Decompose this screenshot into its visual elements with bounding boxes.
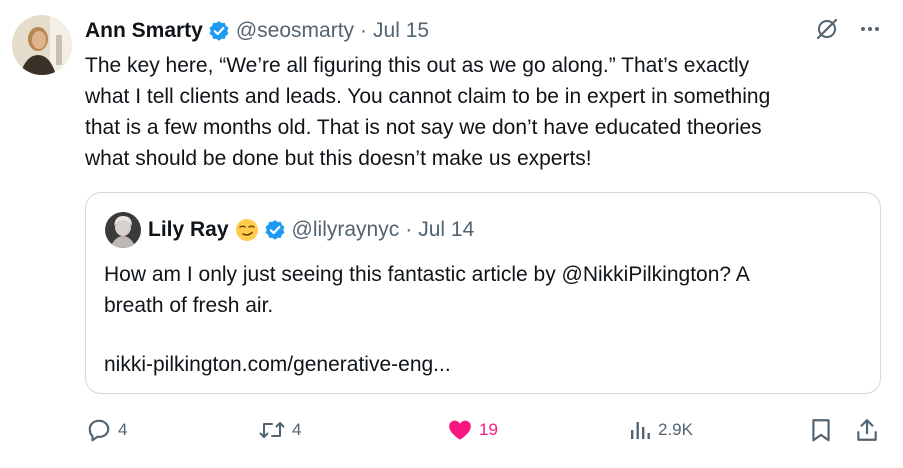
meta-separator: · [360,19,368,42]
tweet-date[interactable]: Jul 15 [373,19,429,43]
verified-badge-icon [208,20,230,42]
bookmark-icon [812,419,830,442]
quoted-tweet-link[interactable]: nikki-pilkington.com/generative-eng... [104,349,451,380]
tweet-header: Ann Smarty @seosmarty · Jul 15 [85,17,429,45]
author-avatar-image [12,15,72,75]
author-name[interactable]: Ann Smarty [85,19,203,43]
more-icon[interactable] [859,18,881,40]
tweet-top-actions [815,17,881,41]
reply-button[interactable]: 4 [86,412,127,448]
views-icon [631,422,650,439]
grok-icon[interactable] [815,17,839,41]
quoted-meta-separator: · [405,218,413,241]
repost-icon [259,422,285,438]
author-handle[interactable]: @seosmarty [236,19,354,43]
quoted-verified-badge-icon [264,219,286,241]
repost-count: 4 [292,420,302,439]
heart-icon [449,420,471,440]
quoted-author-avatar[interactable] [105,212,141,248]
tweet-action-bar: 4 4 19 2.9K [0,412,903,448]
author-avatar[interactable] [12,15,72,75]
quoted-author-name[interactable]: Lily Ray [148,218,229,242]
repost-button[interactable]: 4 [258,412,301,448]
quoted-author-handle[interactable]: @lilyraynyc [292,218,400,242]
share-button[interactable] [854,412,880,448]
reply-icon [88,419,110,442]
like-count: 19 [479,420,498,439]
views-count: 2.9K [658,420,693,439]
views-button[interactable]: 2.9K [628,412,693,448]
quoted-tweet-date[interactable]: Jul 14 [418,218,474,242]
quoted-tweet-header: Lily Ray @lilyraynyc · Jul 14 [148,216,474,244]
quoted-avatar-image [105,212,141,248]
tweet-text: The key here, “We’re all figuring this o… [85,54,771,170]
like-button[interactable]: 19 [447,412,498,448]
reply-count: 4 [118,420,128,439]
smirking-face-icon [235,218,259,242]
quoted-tweet-text: How am I only just seeing this fantastic… [104,263,750,317]
quoted-tweet-card[interactable]: Lily Ray @lilyraynyc · Jul 14 How am I o… [85,192,881,394]
share-icon [857,419,877,441]
bookmark-button[interactable] [808,412,834,448]
